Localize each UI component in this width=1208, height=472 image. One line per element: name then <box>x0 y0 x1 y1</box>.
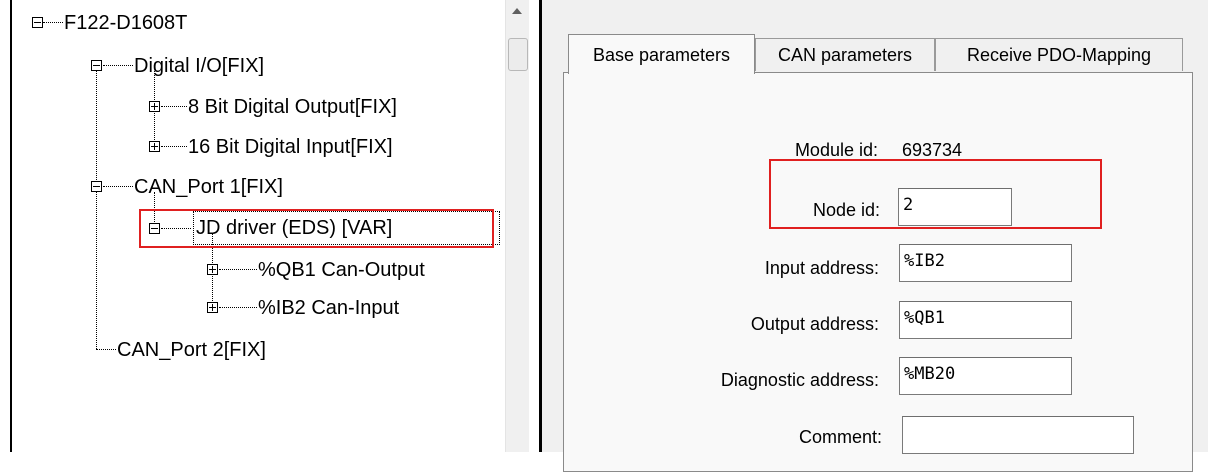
expand-icon[interactable] <box>149 101 160 112</box>
tree-node-digital-io[interactable]: Digital I/O[FIX] <box>134 54 264 78</box>
tree-node-digital-input[interactable]: 16 Bit Digital Input[FIX] <box>188 135 393 159</box>
tree-node-can-output[interactable]: %QB1 Can-Output <box>258 258 425 282</box>
module-id-value: 693734 <box>902 140 963 160</box>
input-address-label: Input address: <box>764 258 879 278</box>
tree-node-can-port-2[interactable]: CAN_Port 2[FIX] <box>117 338 266 362</box>
expand-icon[interactable] <box>207 302 218 313</box>
expand-icon[interactable] <box>207 264 218 275</box>
tab-base-parameters[interactable]: Base parameters <box>568 34 755 74</box>
diagnostic-address-field[interactable]: %MB20 <box>899 357 1072 395</box>
tree-node-jd-driver[interactable]: JD driver (EDS) [VAR] <box>196 216 392 240</box>
tree-connector <box>219 307 257 308</box>
comment-label: Comment: <box>798 427 882 447</box>
diagnostic-address-label: Diagnostic address: <box>720 370 879 390</box>
tree-node-can-input[interactable]: %IB2 Can-Input <box>258 296 399 320</box>
tree-connector <box>103 65 133 66</box>
comment-field[interactable] <box>902 416 1134 454</box>
tab-can-parameters[interactable]: CAN parameters <box>755 38 935 71</box>
scrollbar-thumb[interactable] <box>508 38 528 71</box>
output-address-label: Output address: <box>750 314 879 334</box>
node-id-highlight-box <box>769 159 1102 229</box>
module-tree[interactable]: F122-D1608T Digital I/O[FIX] 8 Bit Digit… <box>0 0 505 452</box>
collapse-icon[interactable] <box>32 17 43 28</box>
module-id-label: Module id: <box>794 140 878 160</box>
tree-node-can-port-1[interactable]: CAN_Port 1[FIX] <box>134 175 283 199</box>
collapse-icon[interactable] <box>149 223 160 234</box>
tree-connector <box>96 349 116 350</box>
tree-connector <box>43 22 63 23</box>
tree-node-root[interactable]: F122-D1608T <box>64 11 187 35</box>
tree-scrollbar[interactable] <box>505 0 529 452</box>
tree-connector <box>219 269 257 270</box>
expand-icon[interactable] <box>149 141 160 152</box>
tree-node-digital-output[interactable]: 8 Bit Digital Output[FIX] <box>188 95 397 119</box>
scroll-up-arrow-icon[interactable] <box>512 8 522 14</box>
output-address-field[interactable]: %QB1 <box>899 301 1072 339</box>
collapse-icon[interactable] <box>91 181 102 192</box>
input-address-field[interactable]: %IB2 <box>899 244 1072 282</box>
tab-receive-pdo-mapping[interactable]: Receive PDO-Mapping <box>935 38 1183 71</box>
tree-connector <box>161 146 187 147</box>
tree-connector <box>96 192 97 349</box>
tree-connector <box>161 106 187 107</box>
tree-connector <box>96 70 97 186</box>
tree-connector <box>103 186 133 187</box>
collapse-icon[interactable] <box>91 60 102 71</box>
